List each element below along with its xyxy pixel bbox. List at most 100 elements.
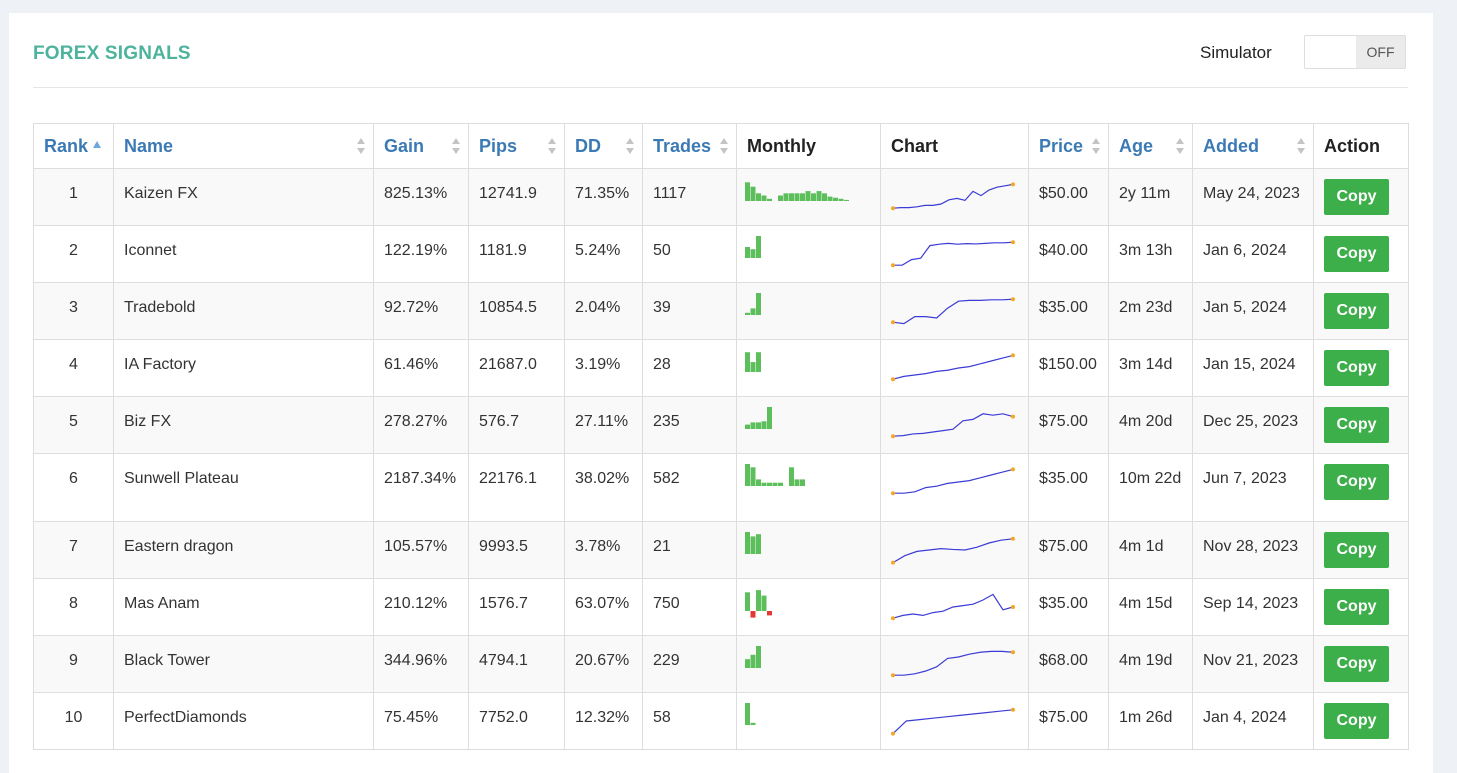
- pips-cell: 9993.5: [468, 521, 565, 579]
- monthly-bar-positive: [745, 532, 750, 554]
- copy-button[interactable]: Copy: [1324, 179, 1389, 215]
- signal-name-link[interactable]: Eastern dragon: [113, 521, 374, 579]
- monthly-bar-positive: [767, 482, 772, 486]
- monthly-bar-positive: [745, 424, 750, 429]
- rank-cell: 10: [33, 692, 114, 750]
- col-age[interactable]: Age: [1108, 123, 1193, 169]
- signal-name-link[interactable]: Kaizen FX: [113, 168, 374, 226]
- col-rank[interactable]: Rank: [33, 123, 114, 169]
- monthly-bar-positive: [745, 182, 750, 201]
- monthly-bar-positive: [789, 467, 794, 486]
- monthly-bar-positive: [745, 247, 750, 258]
- col-price[interactable]: Price: [1028, 123, 1109, 169]
- age-cell: 1m 26d: [1108, 692, 1193, 750]
- price-cell: $75.00: [1028, 692, 1109, 750]
- monthly-bar-positive: [756, 193, 761, 201]
- pips-cell: 10854.5: [468, 282, 565, 340]
- copy-button[interactable]: Copy: [1324, 407, 1389, 443]
- signal-name-link[interactable]: Black Tower: [113, 635, 374, 693]
- col-gain[interactable]: Gain: [373, 123, 469, 169]
- action-cell: Copy: [1313, 396, 1409, 454]
- page-title: FOREX SIGNALS: [33, 43, 191, 64]
- monthly-bar-positive: [756, 236, 761, 258]
- copy-button[interactable]: Copy: [1324, 293, 1389, 329]
- gain-cell: 61.46%: [373, 339, 469, 397]
- end-point: [1011, 182, 1015, 187]
- col-action: Action: [1313, 123, 1409, 169]
- monthly-bar-positive: [822, 193, 827, 201]
- simulator-toggle[interactable]: OFF: [1304, 35, 1406, 69]
- added-cell: Dec 25, 2023: [1192, 396, 1314, 454]
- monthly-bar-positive: [767, 407, 772, 429]
- signal-name-link[interactable]: IA Factory: [113, 339, 374, 397]
- action-cell: Copy: [1313, 339, 1409, 397]
- monthly-bar-positive: [761, 421, 767, 429]
- monthly-bar-positive: [800, 193, 805, 201]
- monthly-bar-positive: [745, 659, 750, 668]
- sort-icon: [720, 138, 728, 156]
- monthly-bar-positive: [756, 646, 761, 668]
- growth-line: [893, 650, 1014, 676]
- col-added-label: Added: [1203, 135, 1259, 156]
- added-cell: Jan 6, 2024: [1192, 225, 1314, 283]
- action-cell: Copy: [1313, 282, 1409, 340]
- gain-cell: 105.57%: [373, 521, 469, 579]
- price-cell: $50.00: [1028, 168, 1109, 226]
- col-trades[interactable]: Trades: [642, 123, 737, 169]
- monthly-bar-positive: [745, 312, 750, 315]
- copy-button[interactable]: Copy: [1324, 350, 1389, 386]
- col-rank-label: Rank: [44, 135, 89, 156]
- age-cell: 3m 13h: [1108, 225, 1193, 283]
- signal-name-link[interactable]: Iconnet: [113, 225, 374, 283]
- monthly-bar-positive: [794, 193, 800, 201]
- monthly-bar-positive: [750, 308, 756, 315]
- monthly-bar-positive: [756, 293, 761, 315]
- chart-cell: [880, 453, 1029, 522]
- copy-button[interactable]: Copy: [1324, 589, 1389, 625]
- end-point: [1011, 414, 1015, 419]
- action-cell: Copy: [1313, 225, 1409, 283]
- price-cell: $150.00: [1028, 339, 1109, 397]
- dd-cell: 12.32%: [564, 692, 643, 750]
- signal-name-link[interactable]: Mas Anam: [113, 578, 374, 636]
- added-cell: Jan 15, 2024: [1192, 339, 1314, 397]
- signal-name-link[interactable]: Biz FX: [113, 396, 374, 454]
- monthly-bar-positive: [745, 703, 750, 725]
- col-dd[interactable]: DD: [564, 123, 643, 169]
- monthly-bar-positive: [750, 467, 756, 486]
- gain-cell: 92.72%: [373, 282, 469, 340]
- start-point: [891, 377, 895, 382]
- signal-name-link[interactable]: Tradebold: [113, 282, 374, 340]
- monthly-bar-positive: [811, 193, 816, 201]
- toggle-state: OFF: [1356, 36, 1405, 68]
- copy-button[interactable]: Copy: [1324, 464, 1389, 500]
- added-cell: Nov 21, 2023: [1192, 635, 1314, 693]
- signal-name-link[interactable]: Sunwell Plateau: [113, 453, 374, 522]
- col-pips[interactable]: Pips: [468, 123, 565, 169]
- rank-cell: 7: [33, 521, 114, 579]
- growth-line: [892, 354, 1014, 380]
- monthly-bar-positive: [778, 195, 783, 201]
- copy-button[interactable]: Copy: [1324, 646, 1389, 682]
- pips-cell: 1181.9: [468, 225, 565, 283]
- monthly-bar-positive: [761, 195, 767, 201]
- dd-cell: 27.11%: [564, 396, 643, 454]
- action-cell: Copy: [1313, 635, 1409, 693]
- monthly-cell: [736, 396, 881, 454]
- chart-cell: [880, 521, 1029, 579]
- dd-cell: 20.67%: [564, 635, 643, 693]
- col-name[interactable]: Name: [113, 123, 374, 169]
- gain-cell: 2187.34%: [373, 453, 469, 522]
- signal-name-link[interactable]: PerfectDiamonds: [113, 692, 374, 750]
- sort-icon: [1176, 138, 1184, 156]
- copy-button[interactable]: Copy: [1324, 236, 1389, 272]
- sort-icon: [357, 138, 365, 156]
- growth-line-chart: [891, 240, 1015, 268]
- pips-cell: 576.7: [468, 396, 565, 454]
- growth-line-chart: [891, 593, 1015, 621]
- monthly-bar-positive: [789, 193, 794, 201]
- copy-button[interactable]: Copy: [1324, 532, 1389, 568]
- toggle-knob: [1305, 36, 1356, 68]
- col-added[interactable]: Added: [1192, 123, 1314, 169]
- copy-button[interactable]: Copy: [1324, 703, 1389, 739]
